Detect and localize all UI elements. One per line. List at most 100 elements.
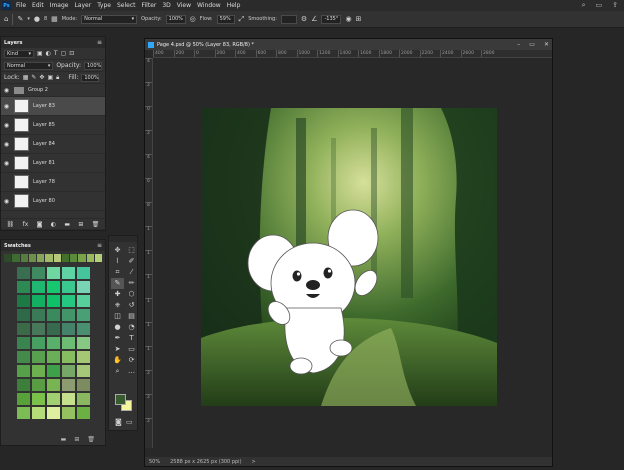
layer-row[interactable]: ◉ Layer 84 — [1, 135, 105, 154]
pressure-opacity-icon[interactable]: ◎ — [190, 15, 196, 23]
adjustment-icon[interactable]: ◐ — [51, 221, 56, 228]
layer-row[interactable]: ◉ Layer 80 — [1, 192, 105, 211]
swatch[interactable] — [32, 281, 45, 293]
tab-swatches[interactable]: Swatches — [4, 243, 31, 249]
swatch[interactable] — [17, 393, 30, 405]
swatch[interactable] — [47, 393, 60, 405]
swatch[interactable] — [77, 351, 90, 363]
artboard-tool-icon[interactable]: ⬚ — [125, 245, 138, 256]
airbrush-icon[interactable]: ⤢ — [239, 15, 245, 24]
recent-swatch[interactable] — [61, 254, 69, 262]
swatch[interactable] — [47, 309, 60, 321]
swatch[interactable] — [32, 337, 45, 349]
swatch[interactable] — [47, 337, 60, 349]
brush-settings-icon[interactable]: ▦ — [51, 15, 58, 23]
swatch[interactable] — [17, 323, 30, 335]
minimize-icon[interactable]: – — [517, 41, 520, 48]
menu-filter[interactable]: Filter — [142, 2, 157, 9]
layer-row[interactable]: Layer 78 — [1, 173, 105, 192]
eye-icon[interactable]: ◉ — [1, 87, 12, 94]
swatch[interactable] — [62, 407, 75, 419]
swatch[interactable] — [17, 365, 30, 377]
adjust-filter-icon[interactable]: ◐ — [46, 50, 51, 57]
rotate-tool-icon[interactable]: ⟳ — [125, 355, 138, 366]
swatch[interactable] — [32, 407, 45, 419]
mask-icon[interactable]: ◙ — [37, 221, 43, 228]
eye-icon[interactable]: ◉ — [1, 103, 12, 110]
recent-swatch[interactable] — [86, 254, 94, 262]
foreground-color[interactable] — [115, 394, 126, 405]
lock-move-icon[interactable]: ✥ — [39, 74, 44, 81]
zoom-tool-icon[interactable]: ⌕ — [111, 366, 124, 377]
dodge-tool-icon[interactable]: ◔ — [125, 322, 138, 333]
swatch[interactable] — [77, 365, 90, 377]
recent-swatch[interactable] — [78, 254, 86, 262]
move-tool-icon[interactable]: ✥ — [111, 245, 124, 256]
quick-select-tool-icon[interactable]: ✐ — [125, 256, 138, 267]
menu-type[interactable]: Type — [97, 2, 111, 9]
crop-tool-icon[interactable]: ⌗ — [111, 267, 124, 278]
swatch[interactable] — [47, 281, 60, 293]
swatch[interactable] — [62, 365, 75, 377]
flow-input[interactable]: 59% — [216, 14, 235, 24]
photoshop-logo[interactable]: Ps — [2, 1, 11, 10]
swatch[interactable] — [47, 407, 60, 419]
maximize-icon[interactable]: ▭ — [529, 41, 535, 48]
recent-swatch[interactable] — [94, 254, 102, 262]
swatch[interactable] — [77, 267, 90, 279]
gear-icon[interactable]: ⚙ — [301, 15, 307, 23]
brush-tool-icon[interactable]: ✎ — [111, 278, 124, 289]
kind-filter[interactable]: Kind ▾ — [4, 49, 34, 58]
chevron-down-icon[interactable]: ▾ — [27, 16, 30, 22]
blur-tool-icon[interactable]: ● — [111, 322, 124, 333]
swatch[interactable] — [77, 281, 90, 293]
swatch[interactable] — [17, 267, 30, 279]
lock-artboard-icon[interactable]: ▣ — [47, 74, 53, 81]
shape-filter-icon[interactable]: ▢ — [61, 50, 67, 57]
pressure-size-icon[interactable]: ◉ — [345, 15, 351, 23]
swatch[interactable] — [47, 323, 60, 335]
swatch[interactable] — [77, 393, 90, 405]
swatch[interactable] — [32, 309, 45, 321]
workspace-icon[interactable]: ▭ — [596, 1, 603, 10]
history-brush-tool-icon[interactable]: ↺ — [125, 300, 138, 311]
menu-view[interactable]: View — [177, 2, 191, 9]
swatch[interactable] — [62, 351, 75, 363]
menu-edit[interactable]: Edit — [32, 2, 44, 9]
menu-image[interactable]: Image — [50, 2, 69, 9]
status-menu-arrow[interactable]: > — [252, 459, 256, 465]
share-icon[interactable]: ⇪ — [612, 1, 618, 10]
menu-select[interactable]: Select — [117, 2, 136, 9]
zoom-value[interactable]: 50% — [149, 459, 160, 465]
tab-layers[interactable]: Layers — [4, 40, 23, 46]
type-filter-icon[interactable]: T — [54, 50, 58, 57]
recent-swatch[interactable] — [45, 254, 53, 262]
recent-swatch[interactable] — [28, 254, 36, 262]
eye-icon[interactable]: ◉ — [1, 122, 12, 129]
swatch[interactable] — [62, 337, 75, 349]
layer-row[interactable]: ◉ Layer 83 — [1, 97, 105, 116]
angle-input[interactable]: -135° — [321, 14, 342, 24]
swatch[interactable] — [17, 281, 30, 293]
swatch[interactable] — [47, 267, 60, 279]
recent-swatch[interactable] — [20, 254, 28, 262]
pixel-filter-icon[interactable]: ▣ — [37, 50, 43, 57]
pen-tool-icon[interactable]: ✒ — [111, 333, 124, 344]
trash-icon[interactable]: 🗑︎ — [92, 221, 100, 228]
mode-select[interactable]: Normal ▾ — [81, 14, 138, 24]
swatch[interactable] — [62, 323, 75, 335]
swatch[interactable] — [77, 379, 90, 391]
eye-icon[interactable]: ◉ — [1, 160, 12, 167]
lock-all-icon[interactable]: 🔒︎ — [56, 74, 59, 82]
swatch[interactable] — [62, 393, 75, 405]
swatch[interactable] — [17, 337, 30, 349]
swatch[interactable] — [32, 351, 45, 363]
lock-brush-icon[interactable]: ✎ — [31, 74, 36, 81]
new-swatch-icon[interactable]: ⊞ — [74, 436, 79, 443]
swatch[interactable] — [17, 351, 30, 363]
gradient-tool-icon[interactable]: ▤ — [125, 311, 138, 322]
recent-swatch[interactable] — [12, 254, 20, 262]
menu-3d[interactable]: 3D — [162, 2, 170, 9]
lasso-tool-icon[interactable]: ⌇ — [111, 256, 124, 267]
fill-input[interactable]: 100% — [81, 73, 100, 82]
